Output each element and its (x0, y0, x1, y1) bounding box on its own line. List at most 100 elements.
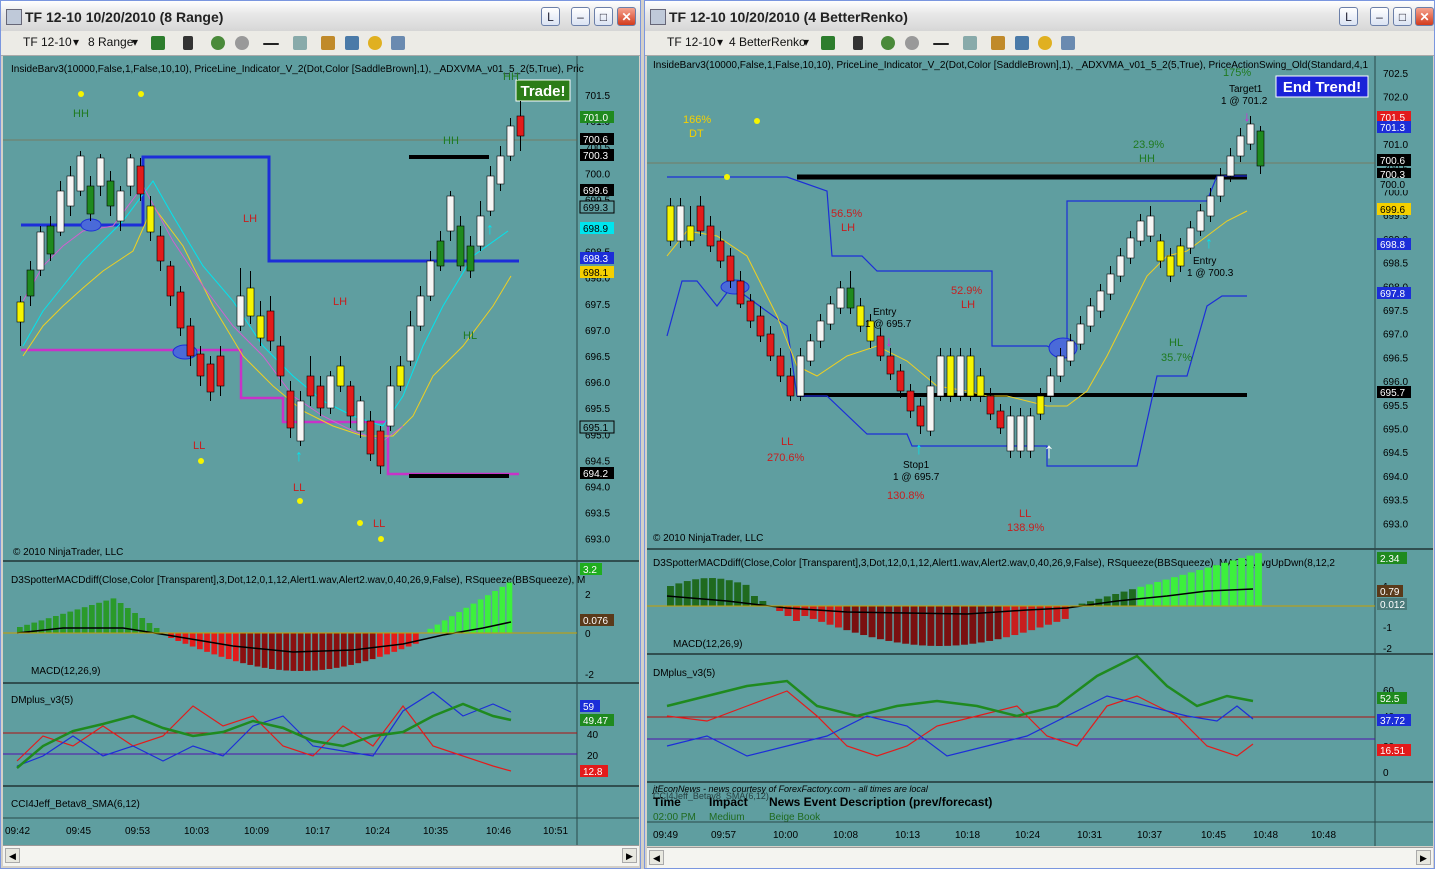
zoom-in-icon[interactable] (881, 36, 895, 50)
data-box-icon[interactable] (391, 36, 405, 50)
macd-bar (1196, 570, 1204, 606)
candle-body (476, 215, 485, 247)
right-chart-canvas[interactable]: InsideBarv3(10000,False,1,False,10,10), … (647, 56, 1433, 846)
macd-bar (74, 609, 81, 633)
macd-badge: 0.012 (1380, 600, 1405, 611)
macd-bar (1213, 565, 1220, 606)
scroll-left-icon[interactable]: ◀ (649, 850, 664, 865)
macd-badge: 0.076 (583, 616, 608, 627)
crosshair-icon[interactable] (263, 43, 279, 45)
price-tick-label: 696.5 (585, 352, 610, 363)
candle-body (896, 370, 905, 392)
hh-label: HH (503, 71, 519, 83)
news-header-description: News Event Description (prev/forecast) (769, 795, 992, 809)
maximize-button[interactable]: □ (594, 7, 613, 26)
instrument-selector[interactable]: TF 12-10 (23, 35, 72, 49)
price-tick-label: 700.0 (585, 169, 610, 180)
properties-icon[interactable] (963, 36, 977, 50)
strategy-icon[interactable] (321, 36, 335, 50)
svg-text:↓: ↓ (886, 333, 893, 349)
horizontal-scrollbar[interactable]: ◀ ▶ (647, 847, 1433, 868)
macd-bar (355, 633, 362, 664)
left-chart-window: TF 12-10 10/20/2010 (8 Range) L – □ ✕ TF… (0, 0, 641, 869)
bar-type-icon[interactable] (821, 36, 835, 50)
candle-body (946, 355, 955, 397)
candle-body (436, 240, 445, 267)
minimize-button[interactable]: – (571, 7, 590, 26)
price-badge-text: 700.6 (1380, 156, 1405, 167)
coin-icon[interactable] (368, 36, 382, 50)
candle-body (786, 375, 795, 397)
end-trend-button-label[interactable]: End Trend! (1283, 79, 1361, 96)
minimize-button[interactable]: – (1370, 7, 1389, 26)
right-chart-area[interactable]: InsideBarv3(10000,False,1,False,10,10), … (647, 56, 1433, 846)
chevron-down-icon[interactable]: ▾ (73, 35, 79, 49)
link-button[interactable]: L (541, 7, 560, 26)
pct-label: 270.6% (767, 452, 805, 464)
chevron-down-icon[interactable]: ▾ (132, 35, 138, 49)
horizontal-scrollbar[interactable]: ◀ ▶ (3, 845, 639, 866)
macd-bar (986, 606, 994, 641)
scroll-right-icon[interactable]: ▶ (622, 848, 637, 863)
close-button[interactable]: ✕ (1415, 7, 1434, 26)
indicators-icon[interactable] (345, 36, 359, 50)
chevron-down-icon[interactable]: ▾ (717, 35, 723, 49)
candle-body (916, 405, 925, 427)
period-selector[interactable]: 4 BetterRenko (729, 35, 806, 49)
candle-body (336, 365, 345, 387)
dm-scale-label: 0 (1383, 768, 1389, 779)
zoom-out-icon[interactable] (905, 36, 919, 50)
properties-icon[interactable] (293, 36, 307, 50)
chevron-down-icon[interactable]: ▾ (803, 35, 809, 49)
trade-button-label[interactable]: Trade! (520, 83, 565, 100)
price-tick-label: 697.5 (585, 300, 610, 311)
candle-body (1046, 375, 1055, 397)
candle-body (1086, 305, 1095, 327)
zoom-out-icon[interactable] (235, 36, 249, 50)
candle-body (826, 303, 835, 325)
macd-bar (1162, 579, 1170, 606)
hl-label: HL (1169, 337, 1183, 349)
pct-label: 130.8% (887, 490, 925, 502)
left-chart-canvas[interactable]: InsideBarv3(10000,False,1,False,10,10), … (3, 56, 639, 846)
left-chart-area[interactable]: InsideBarv3(10000,False,1,False,10,10), … (3, 56, 639, 846)
macd-bar (885, 606, 893, 641)
dm-line (16, 691, 512, 767)
macd-badge: 0.79 (1380, 587, 1400, 598)
scroll-right-icon[interactable]: ▶ (1416, 850, 1431, 865)
left-title-bar[interactable]: TF 12-10 10/20/2010 (8 Range) L – □ ✕ (1, 1, 640, 32)
macd-bar (1246, 555, 1254, 606)
candle-body (216, 355, 225, 387)
candle-body (486, 175, 495, 212)
bar-type-icon[interactable] (151, 36, 165, 50)
maximize-button[interactable]: □ (1393, 7, 1412, 26)
candle-body (326, 375, 335, 409)
crosshair-icon[interactable] (933, 43, 949, 45)
candle-body (1216, 175, 1225, 197)
scroll-left-icon[interactable]: ◀ (5, 848, 20, 863)
macd-bar (456, 612, 462, 633)
right-title-bar[interactable]: TF 12-10 10/20/2010 (4 BetterRenko) L – … (645, 1, 1434, 32)
data-box-icon[interactable] (1061, 36, 1075, 50)
draw-tool-icon[interactable] (853, 36, 863, 50)
indicators-icon[interactable] (1015, 36, 1029, 50)
macd-bar (818, 606, 826, 622)
period-selector[interactable]: 8 Range (88, 35, 133, 49)
candle-body (1076, 323, 1085, 345)
candle-body (1246, 123, 1255, 145)
svg-text:↓: ↓ (1244, 108, 1251, 124)
candle-body (246, 287, 255, 317)
instrument-selector[interactable]: TF 12-10 (667, 35, 716, 49)
candle-body (796, 355, 805, 397)
draw-tool-icon[interactable] (183, 36, 193, 50)
price-axis: 701.5701.0700.5700.0699.5699.0698.5698.0… (579, 91, 615, 546)
price-tick-label: 701.0 (1383, 140, 1408, 151)
link-button[interactable]: L (1339, 7, 1358, 26)
zoom-in-icon[interactable] (211, 36, 225, 50)
strategy-icon[interactable] (991, 36, 1005, 50)
candle-body (1096, 290, 1105, 312)
coin-icon[interactable] (1038, 36, 1052, 50)
close-button[interactable]: ✕ (617, 7, 636, 26)
macd-bar (1238, 558, 1246, 606)
candle-body (116, 190, 125, 222)
